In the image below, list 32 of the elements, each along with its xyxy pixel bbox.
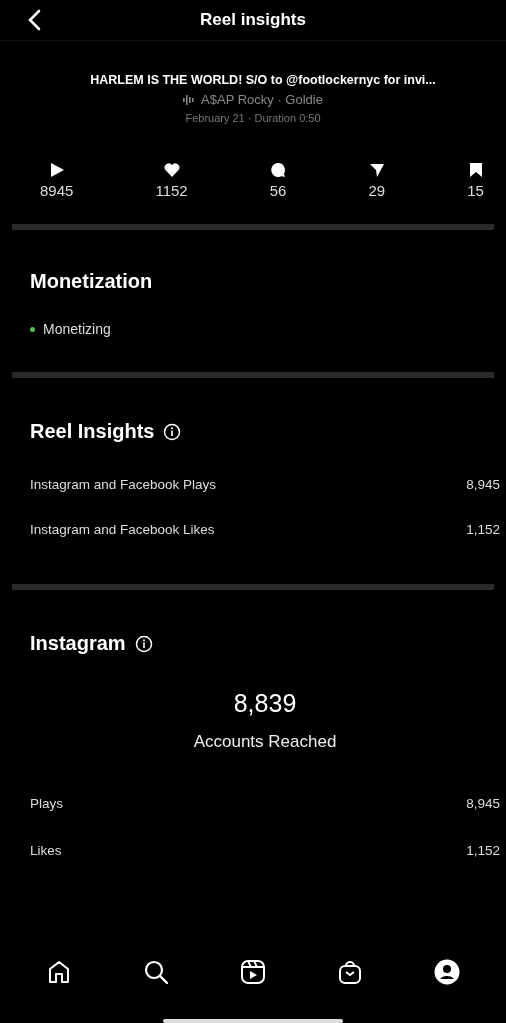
stat-value: 29 xyxy=(368,182,386,199)
reach-label: Accounts Reached xyxy=(192,732,338,752)
bookmark-icon xyxy=(467,162,484,178)
reach-count: 8,839 xyxy=(232,689,298,718)
metric-value: 1,152 xyxy=(466,843,500,858)
audio-track: A$AP Rocky · Goldie xyxy=(201,92,323,107)
play-icon xyxy=(48,162,65,178)
stat-value: 15 xyxy=(467,182,484,199)
metric-label: Instagram and Facebook Plays xyxy=(30,477,217,492)
section-title: Monetization xyxy=(30,270,154,293)
metric-label: Likes xyxy=(30,843,62,858)
metric-value: 1,152 xyxy=(466,522,500,537)
metric-value: 8,945 xyxy=(466,477,500,492)
metric-value: 8,945 xyxy=(466,796,500,811)
stat-value: 8945 xyxy=(40,182,74,199)
section-title: Reel Insights xyxy=(30,420,155,443)
info-icon[interactable] xyxy=(163,422,182,441)
audio-wave-icon xyxy=(183,94,196,105)
send-icon xyxy=(368,162,385,178)
info-icon[interactable] xyxy=(134,634,153,653)
section-title: Instagram xyxy=(30,632,126,655)
stat-value: 56 xyxy=(269,182,287,199)
page-title: Reel insights xyxy=(200,10,306,30)
reel-caption: HARLEM IS THE WORLD! S/O to @footlockernyc for invi... xyxy=(89,73,436,87)
back-icon[interactable] xyxy=(27,9,41,31)
heart-icon xyxy=(163,162,180,178)
comment-icon xyxy=(270,162,287,178)
status-label: Monetizing xyxy=(43,321,111,337)
stat-value: 1152 xyxy=(155,182,188,199)
metric-label: Plays xyxy=(30,796,63,811)
reel-meta: February 21 · Duration 0:50 xyxy=(185,112,321,124)
metric-label: Instagram and Facebook Likes xyxy=(30,522,215,537)
